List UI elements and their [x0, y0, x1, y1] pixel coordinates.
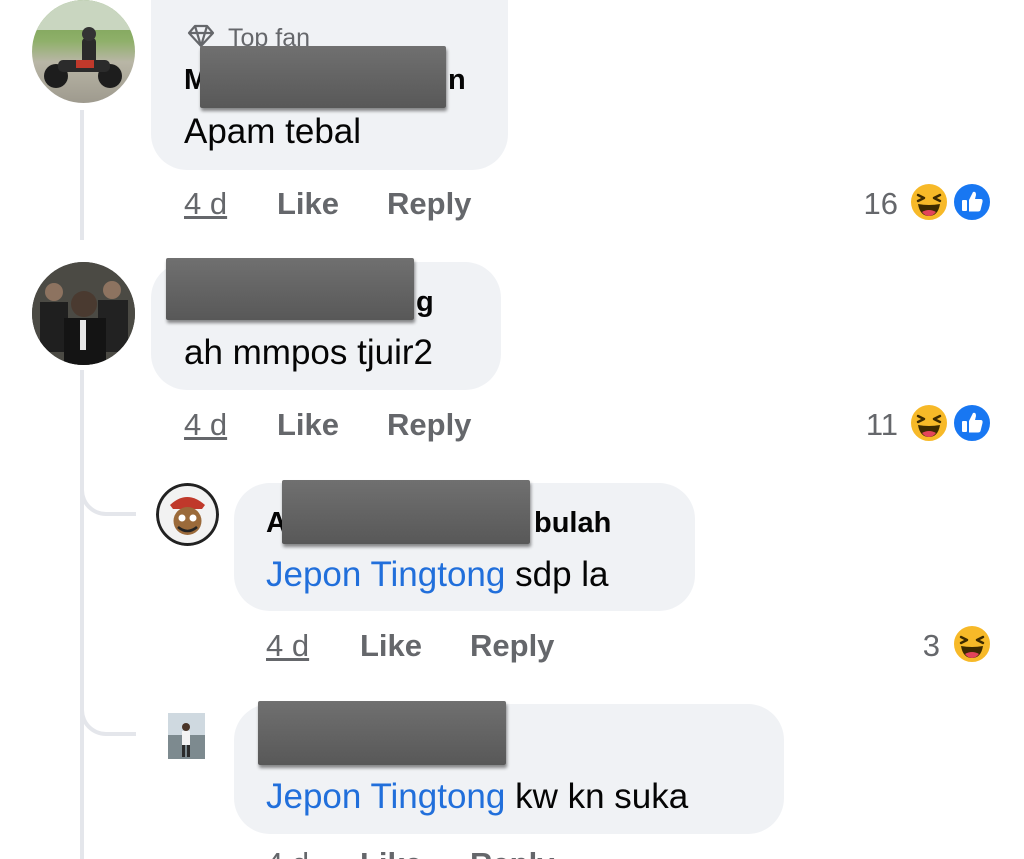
reply-text: Jepon Tingtong kw kn suka — [266, 777, 688, 817]
reply-button[interactable]: Reply — [387, 407, 471, 443]
avatar[interactable] — [168, 713, 205, 759]
redaction-box — [200, 46, 446, 108]
like-button[interactable]: Like — [360, 846, 422, 859]
reaction-count[interactable]: 3 — [890, 628, 940, 664]
haha-icon[interactable] — [909, 403, 949, 443]
haha-icon[interactable] — [909, 182, 949, 222]
avatar[interactable] — [32, 262, 135, 365]
like-button[interactable]: Like — [277, 407, 339, 443]
reaction-count[interactable]: 16 — [850, 186, 898, 222]
redaction-box — [258, 701, 506, 765]
comment-text: ah mmpos tjuir2 — [184, 333, 433, 372]
like-button[interactable]: Like — [277, 186, 339, 222]
comment-timestamp[interactable]: 4 d — [184, 407, 227, 443]
action-row-clipped: 4 d Like Reply — [0, 846, 1024, 859]
reply-text-body: sdp la — [505, 555, 609, 594]
thread-line-1 — [80, 110, 84, 240]
reaction-count[interactable]: 11 — [850, 407, 898, 443]
mention-link[interactable]: Jepon Tingtong — [266, 555, 505, 594]
comment-timestamp[interactable]: 4 d — [184, 186, 227, 222]
reply-connector-1 — [80, 460, 136, 516]
redaction-box — [282, 480, 530, 544]
comment-timestamp[interactable]: 4 d — [266, 846, 309, 859]
thread-line-2 — [80, 370, 84, 859]
reply-connector-2 — [80, 680, 136, 736]
haha-icon[interactable] — [952, 624, 992, 664]
commenter-name-end: bulah — [534, 507, 612, 539]
mention-link[interactable]: Jepon Tingtong — [266, 777, 505, 816]
top-fan-badge[interactable]: Top fan — [228, 24, 310, 46]
avatar[interactable] — [156, 483, 219, 546]
group-photo-icon — [32, 262, 135, 365]
commenter-name-end: g — [416, 286, 434, 318]
reply-button[interactable]: Reply — [470, 846, 554, 859]
like-button[interactable]: Like — [360, 628, 422, 664]
redaction-box — [166, 258, 414, 320]
commenter-name-end: n — [448, 64, 466, 96]
like-icon[interactable] — [952, 403, 992, 443]
reply-button[interactable]: Reply — [387, 186, 471, 222]
comment-timestamp[interactable]: 4 d — [266, 628, 309, 664]
cartoon-avatar-icon — [156, 483, 219, 546]
like-icon[interactable] — [952, 182, 992, 222]
comment-text: Apam tebal — [184, 112, 362, 151]
diamond-icon — [187, 24, 215, 48]
reply-text-body: kw kn suka — [505, 777, 689, 816]
person-photo-icon — [168, 713, 205, 759]
reply-text: Jepon Tingtong sdp la — [266, 555, 609, 595]
reply-button[interactable]: Reply — [470, 628, 554, 664]
avatar[interactable] — [32, 0, 135, 103]
motorcycle-photo-icon — [32, 0, 135, 88]
